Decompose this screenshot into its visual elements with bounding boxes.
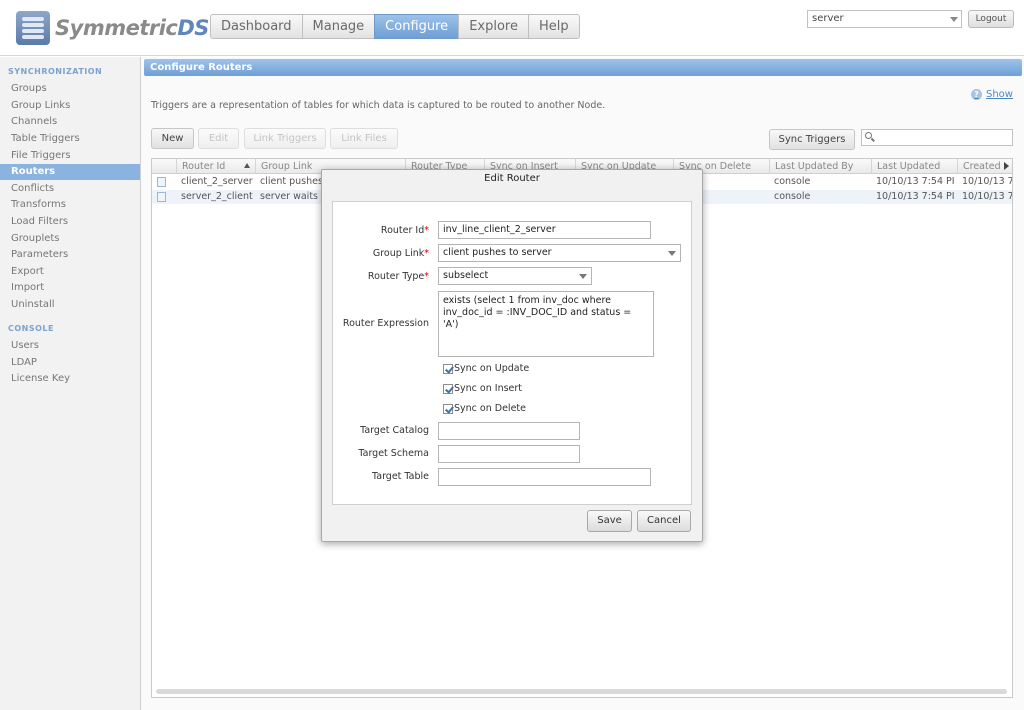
sidebar-item-import[interactable]: Import xyxy=(0,280,140,296)
cancel-button[interactable]: Cancel xyxy=(637,510,691,532)
target-schema-field[interactable] xyxy=(438,445,580,463)
search-input[interactable] xyxy=(861,129,1013,146)
column-header-created[interactable]: Created xyxy=(957,159,1012,174)
edit-button[interactable]: Edit xyxy=(198,128,239,149)
group-link-label: Group Link* xyxy=(372,248,429,259)
checkbox-checked-icon xyxy=(443,403,453,414)
sidebar-item-grouplets[interactable]: Grouplets xyxy=(0,231,140,247)
nav-help[interactable]: Help xyxy=(527,14,580,39)
cell-router-id: server_2_client xyxy=(181,191,253,202)
edit-router-dialog: Edit Router Router Id* inv_line_client_2… xyxy=(321,169,703,542)
target-catalog-label: Target Catalog xyxy=(360,425,429,436)
app-header: SymmetricDS Dashboard Manage Configure E… xyxy=(0,0,1024,56)
new-button[interactable]: New xyxy=(151,128,194,149)
chevron-down-icon xyxy=(668,251,676,256)
sidebar-item-parameters[interactable]: Parameters xyxy=(0,247,140,263)
sidebar-item-users[interactable]: Users xyxy=(0,338,140,354)
sync-on-insert-checkbox[interactable]: Sync on Insert xyxy=(443,383,522,394)
node-select[interactable]: server xyxy=(807,10,962,28)
chevron-down-icon xyxy=(579,274,587,279)
column-header-icon xyxy=(152,159,176,174)
nav-explore[interactable]: Explore xyxy=(458,14,529,39)
search-icon xyxy=(865,132,872,139)
sync-triggers-button[interactable]: Sync Triggers xyxy=(769,129,855,150)
nav-configure[interactable]: Configure xyxy=(374,14,460,39)
cell-last-updated: 10/10/13 7:54 PI xyxy=(876,191,955,202)
sidebar-heading-console: CONSOLE xyxy=(8,324,54,333)
group-link-select[interactable]: client pushes to server xyxy=(438,244,681,262)
database-logo-icon xyxy=(16,11,50,45)
sidebar-heading-synchronization: SYNCHRONIZATION xyxy=(8,67,103,76)
sync-on-update-checkbox[interactable]: Sync on Update xyxy=(443,363,529,374)
sync-on-delete-checkbox[interactable]: Sync on Delete xyxy=(443,403,526,414)
checkbox-checked-icon xyxy=(443,363,453,374)
dialog-title: Edit Router xyxy=(484,173,540,184)
target-table-field[interactable] xyxy=(438,468,651,486)
sidebar-item-ldap[interactable]: LDAP xyxy=(0,355,140,371)
router-type-label: Router Type* xyxy=(367,271,429,282)
cell-last-updated: 10/10/13 7:54 PI xyxy=(876,176,955,187)
cell-last-updated-by: console xyxy=(774,191,811,202)
page-title: Configure Routers xyxy=(144,59,1022,76)
sidebar-item-routers[interactable]: Routers xyxy=(0,164,140,180)
checkbox-checked-icon xyxy=(443,383,453,394)
page-description: Triggers are a representation of tables … xyxy=(151,100,606,111)
required-marker: * xyxy=(424,248,429,259)
horizontal-scrollbar[interactable] xyxy=(156,689,1007,694)
router-id-field[interactable]: inv_line_client_2_server xyxy=(438,221,651,239)
nav-dashboard[interactable]: Dashboard xyxy=(210,14,303,39)
nav-manage[interactable]: Manage xyxy=(301,14,376,39)
router-expression-textarea[interactable]: exists (select 1 from inv_doc where inv_… xyxy=(438,291,654,357)
node-select-value: server xyxy=(812,13,844,24)
cell-router-id: client_2_server xyxy=(181,176,253,187)
sidebar-item-file-triggers[interactable]: File Triggers xyxy=(0,148,140,164)
dialog-form: Router Id* inv_line_client_2_server Grou… xyxy=(332,201,692,505)
document-icon xyxy=(157,177,166,187)
show-help-link[interactable]: ? Show xyxy=(971,89,1013,100)
router-expression-label: Router Expression xyxy=(342,318,429,329)
link-files-button[interactable]: Link Files xyxy=(330,128,398,149)
chevron-down-icon xyxy=(950,17,958,22)
sidebar-item-table-triggers[interactable]: Table Triggers xyxy=(0,131,140,147)
sort-ascending-icon xyxy=(244,163,250,168)
show-link-label: Show xyxy=(986,89,1013,100)
sidebar-item-export[interactable]: Export xyxy=(0,264,140,280)
document-icon xyxy=(157,192,166,202)
column-header-last-updated-by[interactable]: Last Updated By xyxy=(769,159,871,174)
logout-button[interactable]: Logout xyxy=(968,10,1014,28)
sidebar-item-uninstall[interactable]: Uninstall xyxy=(0,297,140,313)
required-marker: * xyxy=(424,271,429,282)
column-header-last-updated[interactable]: Last Updated xyxy=(871,159,957,174)
main-nav: Dashboard Manage Configure Explore Help xyxy=(210,14,580,39)
router-id-label: Router Id* xyxy=(380,225,429,236)
save-button[interactable]: Save xyxy=(587,510,632,532)
cell-created: 10/10/13 7 xyxy=(962,191,1012,202)
sidebar: SYNCHRONIZATION Groups Group Links Chann… xyxy=(0,57,141,710)
sidebar-item-conflicts[interactable]: Conflicts xyxy=(0,181,140,197)
column-header-router-id[interactable]: Router Id xyxy=(176,159,255,174)
sidebar-item-groups[interactable]: Groups xyxy=(0,81,140,97)
sidebar-item-load-filters[interactable]: Load Filters xyxy=(0,214,140,230)
cell-created: 10/10/13 7 xyxy=(962,176,1012,187)
required-marker: * xyxy=(424,225,429,236)
sidebar-item-channels[interactable]: Channels xyxy=(0,114,140,130)
logo-text: Symmetric xyxy=(55,16,178,40)
sidebar-item-transforms[interactable]: Transforms xyxy=(0,197,140,213)
help-icon: ? xyxy=(971,89,982,100)
sidebar-item-group-links[interactable]: Group Links xyxy=(0,98,140,114)
cell-last-updated-by: console xyxy=(774,176,811,187)
target-schema-label: Target Schema xyxy=(358,448,429,459)
target-table-label: Target Table xyxy=(372,471,429,482)
target-catalog-field[interactable] xyxy=(438,422,580,440)
link-triggers-button[interactable]: Link Triggers xyxy=(244,128,326,149)
sidebar-item-license-key[interactable]: License Key xyxy=(0,371,140,387)
logo-text-accent: DS xyxy=(177,16,209,40)
scroll-right-icon[interactable] xyxy=(1004,162,1009,170)
router-type-select[interactable]: subselect xyxy=(438,267,592,285)
symmetricds-logo: SymmetricDS xyxy=(16,11,209,45)
